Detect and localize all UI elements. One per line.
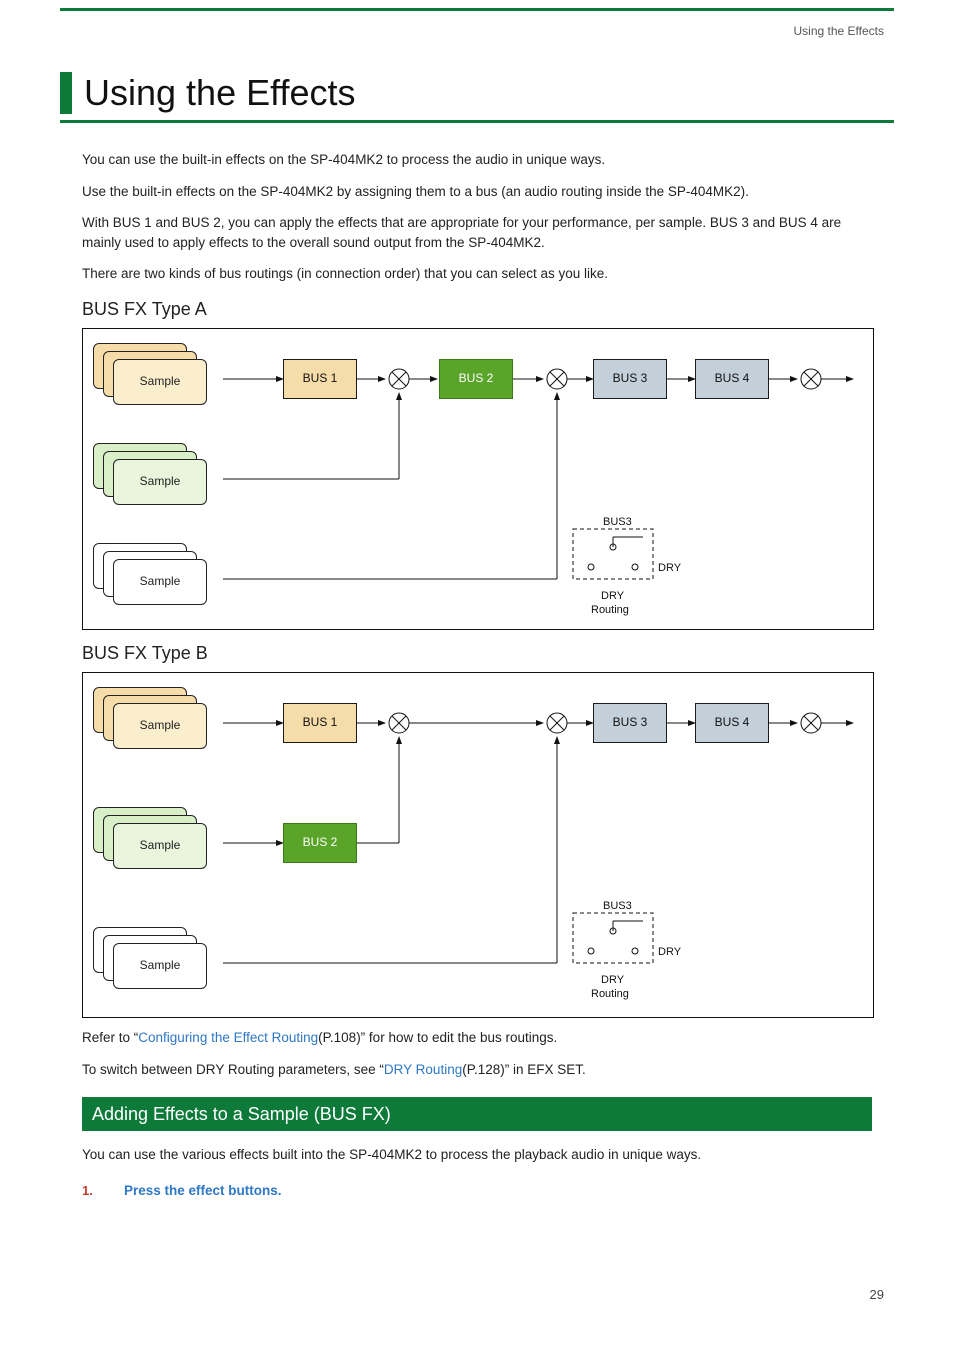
sample-stack-a2: Sample xyxy=(93,443,203,503)
bus4-a: BUS 4 xyxy=(695,359,769,399)
bus3-a: BUS 3 xyxy=(593,359,667,399)
ref-line-2: To switch between DRY Routing parameters… xyxy=(82,1060,872,1080)
bus2-b: BUS 2 xyxy=(283,823,357,863)
label-dry-routing-l2-b: Routing xyxy=(591,988,629,1000)
step-text: Press the effect buttons. xyxy=(124,1181,282,1201)
bus4-b: BUS 4 xyxy=(695,703,769,743)
intro-p2: Use the built-in effects on the SP-404MK… xyxy=(82,182,872,202)
label-dry-routing-l1-b: DRY xyxy=(601,974,625,986)
page-number: 29 xyxy=(870,1287,884,1302)
label-dry-right-b: DRY xyxy=(658,946,682,958)
diagram-a: BUS3 DRY DRY Routing Sample BUS 1 BUS 2 … xyxy=(82,328,874,630)
bus2-a: BUS 2 xyxy=(439,359,513,399)
step-1: 1. Press the effect buttons. xyxy=(82,1181,872,1201)
step-number: 1. xyxy=(82,1182,100,1201)
page-title: Using the Effects xyxy=(84,72,894,114)
link-config-effect-routing[interactable]: Configuring the Effect Routing xyxy=(138,1030,318,1045)
bus1-a: BUS 1 xyxy=(283,359,357,399)
running-head: Using the Effects xyxy=(794,24,885,38)
link-dry-routing[interactable]: DRY Routing xyxy=(384,1062,462,1077)
bus3-b: BUS 3 xyxy=(593,703,667,743)
ref-line-1: Refer to “Configuring the Effect Routing… xyxy=(82,1028,872,1048)
section2-p1: You can use the various effects built in… xyxy=(82,1145,872,1165)
label-dry-routing-l2-a: Routing xyxy=(591,604,629,616)
intro-p3: With BUS 1 and BUS 2, you can apply the … xyxy=(82,213,872,252)
sample-stack-b2: Sample xyxy=(93,807,203,867)
intro-p4: There are two kinds of bus routings (in … xyxy=(82,264,872,284)
sample-stack-a1: Sample xyxy=(93,343,203,403)
label-bus3tag-a: BUS3 xyxy=(603,516,632,528)
diagram-title-a: BUS FX Type A xyxy=(82,296,872,322)
label-dry-routing-l1-a: DRY xyxy=(601,590,625,602)
bus1-b: BUS 1 xyxy=(283,703,357,743)
title-block: Using the Effects xyxy=(60,72,894,123)
sample-stack-b1: Sample xyxy=(93,687,203,747)
diagram-title-b: BUS FX Type B xyxy=(82,640,872,666)
sample-stack-b3: Sample xyxy=(93,927,203,987)
section-banner: Adding Effects to a Sample (BUS FX) xyxy=(82,1097,872,1131)
sample-stack-a3: Sample xyxy=(93,543,203,603)
page-top-rule xyxy=(60,8,894,11)
label-dry-right-a: DRY xyxy=(658,562,682,574)
title-underline xyxy=(60,120,894,123)
sample-label: Sample xyxy=(140,373,181,390)
label-bus3tag-b: BUS3 xyxy=(603,900,632,912)
intro-p1: You can use the built-in effects on the … xyxy=(82,150,872,170)
diagram-b: BUS3 DRY DRY Routing Sample BUS 1 BUS 3 … xyxy=(82,672,874,1018)
